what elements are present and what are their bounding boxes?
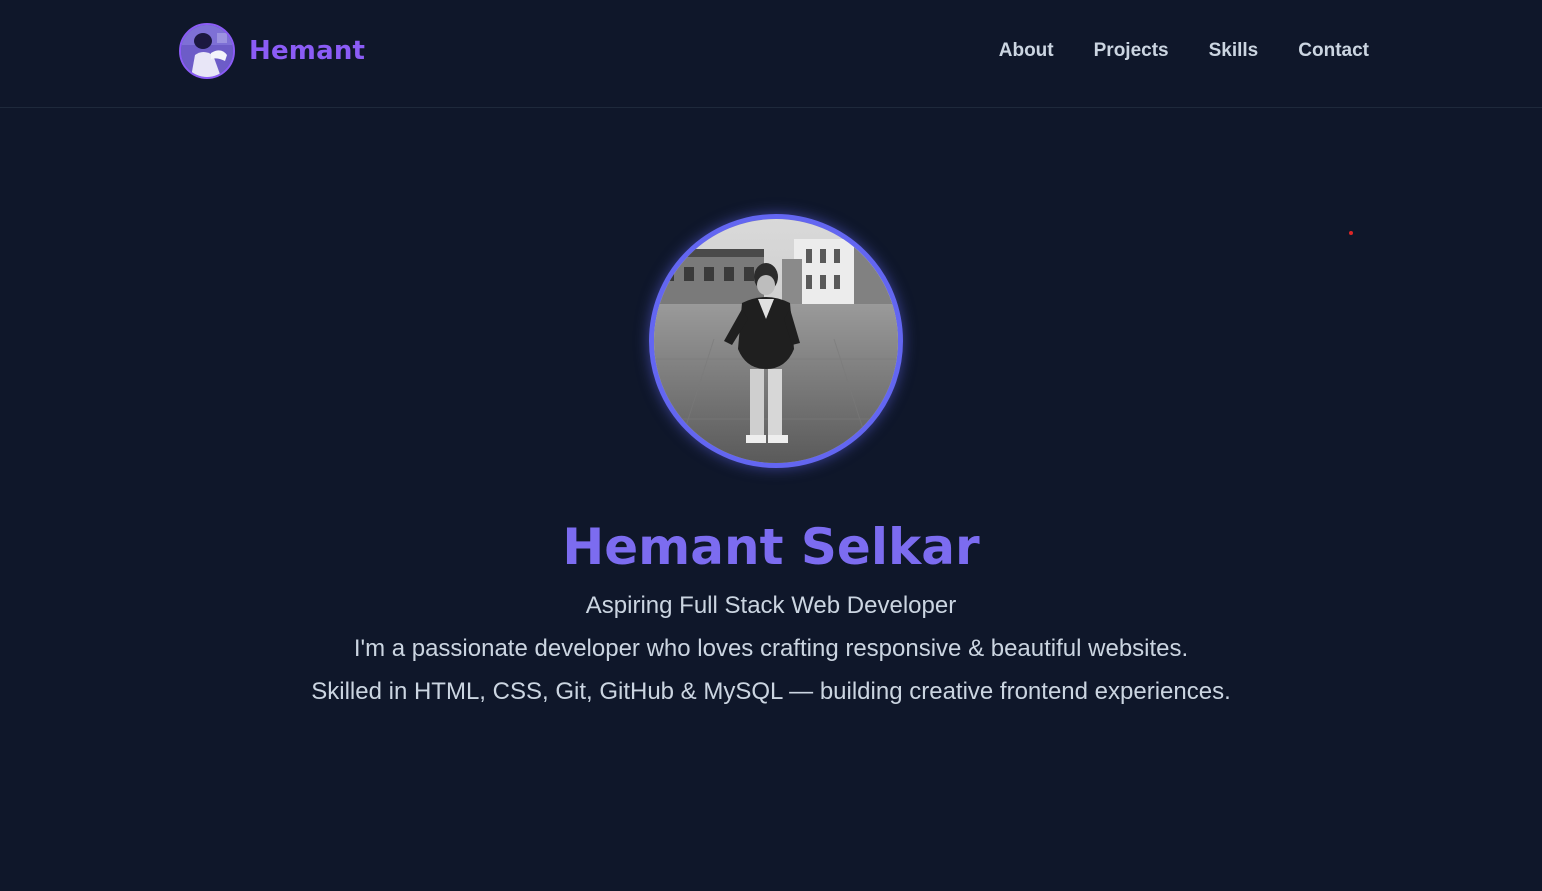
hero-description-1: I'm a passionate developer who loves cra… [353,635,1189,662]
profile-photo [649,214,903,468]
decorative-dot [1349,231,1353,235]
nav-skills[interactable]: Skills [1209,40,1259,62]
hero-role: Aspiring Full Stack Web Developer [585,592,957,619]
main-nav: About Projects Skills Contact [999,40,1369,62]
brand-link[interactable]: Hemant [179,23,365,79]
nav-contact[interactable]: Contact [1298,40,1369,62]
nav-projects[interactable]: Projects [1094,40,1169,62]
portfolio-page: Hemant About Projects Skills Contact Hem… [0,0,1542,891]
nav-about[interactable]: About [999,40,1054,62]
avatar-photo-image [181,25,233,77]
hero-description-2: Skilled in HTML, CSS, Git, GitHub & MySQ… [311,678,1231,705]
brand-name: Hemant [249,36,366,66]
profile-photo-image [654,219,898,463]
brand-avatar [179,23,235,79]
site-header: Hemant About Projects Skills Contact [0,0,1542,108]
hero-name: Hemant Selkar [562,518,980,576]
